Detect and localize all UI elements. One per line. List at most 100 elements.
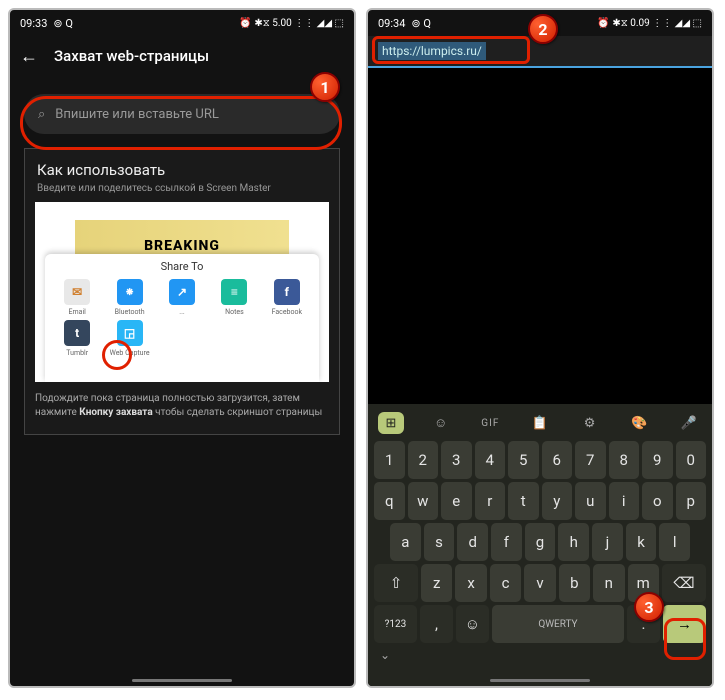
mic-icon[interactable]: 🎤 [676,412,702,434]
key-l[interactable]: l [659,523,690,561]
share-item-facebook[interactable]: f Facebook [261,279,313,316]
keyboard: ⊞ ☺ GIF 📋 ⚙ 🎨 🎤 1234567890 qwertyuiop as… [368,404,712,686]
status-time: 09:34 [378,17,405,30]
share-sheet: Share To ✉ Email ⁕ Bluetooth ↗... ≡ Notes f Face… [45,254,319,382]
share-label: Tumblr [66,349,88,357]
share-icon: t [64,320,90,346]
search-icon: ⌕ [38,107,45,122]
share-icon: ≡ [221,279,247,305]
clipboard-icon[interactable]: 📋 [527,412,553,434]
callout-1: 1 [310,72,340,102]
key-4[interactable]: 4 [475,441,506,479]
key-comma[interactable]: , [420,605,453,643]
share-icon: ✉ [64,279,90,305]
url-placeholder: Впишите или вставьте URL [55,107,219,122]
status-icons-left: ⊚ Q [411,17,431,30]
key-backspace[interactable]: ⌫ [662,564,706,602]
app-header: ← Захват web-страницы [10,36,354,76]
theme-icon[interactable]: 🎨 [626,412,652,434]
key-symbols[interactable]: ?123 [374,605,417,643]
callout-2: 2 [528,14,558,44]
key-h[interactable]: h [558,523,589,561]
share-item-notes[interactable]: ≡ Notes [208,279,260,316]
key-r[interactable]: r [475,482,506,520]
key-a[interactable]: a [390,523,421,561]
key-x[interactable]: x [455,564,486,602]
key-v[interactable]: v [524,564,555,602]
status-icons-right: ⏰ ✱⧖ 0.09 ⋮⋮ ◢◢ ⬚ [597,18,702,29]
key-2[interactable]: 2 [408,441,439,479]
key-f[interactable]: f [491,523,522,561]
key-shift[interactable]: ⇧ [374,564,418,602]
status-icons-left: ⊚ Q [53,17,73,30]
nav-handle [132,679,232,682]
share-label: Notes [225,308,244,316]
key-g[interactable]: g [525,523,556,561]
share-label: Web Capture [110,349,150,357]
key-8[interactable]: 8 [609,441,640,479]
key-o[interactable]: o [642,482,673,520]
key-emoji[interactable]: ☺ [456,605,489,643]
share-icon: ↗ [169,279,195,305]
nav-handle [490,679,590,682]
key-z[interactable]: z [421,564,452,602]
gif-icon[interactable]: GIF [477,412,503,434]
back-button[interactable]: ← [20,47,38,65]
key-e[interactable]: e [441,482,472,520]
key-u[interactable]: u [575,482,606,520]
share-title: Share To [45,254,319,279]
key-space[interactable]: QWERTY [492,605,624,643]
share-item-web-capture[interactable]: ◲ Web Capture [103,320,155,357]
key-d[interactable]: d [457,523,488,561]
share-label: Email [69,308,86,316]
share-label: Facebook [272,308,302,316]
callout-3: 3 [634,592,664,622]
key-s[interactable]: s [424,523,455,561]
key-n[interactable]: n [593,564,624,602]
key-6[interactable]: 6 [542,441,573,479]
page-title: Захват web-страницы [54,47,209,65]
howto-card: Как использовать Введите или поделитесь … [24,148,340,435]
key-9[interactable]: 9 [642,441,673,479]
settings-icon[interactable]: ⚙ [577,412,603,434]
key-c[interactable]: c [490,564,521,602]
howto-instruction: Подождите пока страница полностью загруз… [35,392,329,420]
phone-left: 09:33 ⊚ Q ⏰ ✱⧖ 5.00 ⋮⋮ ◢◢ ⬚ ← Захват web… [8,8,356,688]
share-label: Bluetooth [115,308,145,316]
key-7[interactable]: 7 [575,441,606,479]
key-k[interactable]: k [626,523,657,561]
key-w[interactable]: w [408,482,439,520]
key-3[interactable]: 3 [441,441,472,479]
key-0[interactable]: 0 [676,441,707,479]
keyboard-collapse[interactable]: ⌄ [372,646,708,664]
howto-subtitle: Введите или поделитесь ссылкой в Screen … [37,183,329,194]
key-5[interactable]: 5 [508,441,539,479]
url-input[interactable]: ⌕ Впишите или вставьте URL [24,94,340,134]
key-1[interactable]: 1 [374,441,405,479]
share-item-email[interactable]: ✉ Email [51,279,103,316]
share-icon: ⁕ [117,279,143,305]
keyboard-menu-button[interactable]: ⊞ [378,412,404,434]
key-q[interactable]: q [374,482,405,520]
share-item-tumblr[interactable]: t Tumblr [51,320,103,357]
howto-title: Как использовать [37,161,329,179]
status-bar: 09:33 ⊚ Q ⏰ ✱⧖ 5.00 ⋮⋮ ◢◢ ⬚ [10,10,354,36]
key-i[interactable]: i [609,482,640,520]
breaking-banner: BREAKING [75,220,289,254]
key-j[interactable]: j [592,523,623,561]
sticker-icon[interactable]: ☺ [428,412,454,434]
share-item-bluetooth[interactable]: ⁕ Bluetooth [103,279,155,316]
key-t[interactable]: t [508,482,539,520]
share-icon: ◲ [117,320,143,346]
key-go[interactable]: → [663,605,706,643]
key-y[interactable]: y [542,482,573,520]
share-item-...[interactable]: ↗... [156,279,208,316]
url-text[interactable]: https://lumpics.ru/ [378,42,486,60]
keyboard-toolbar: ⊞ ☺ GIF 📋 ⚙ 🎨 🎤 [372,408,708,438]
howto-illustration: BREAKING Share To ✉ Email ⁕ Bluetooth ↗... ≡ N… [35,202,329,382]
key-b[interactable]: b [559,564,590,602]
share-icon: f [274,279,300,305]
status-time: 09:33 [20,17,47,30]
phone-right: 09:34 ⊚ Q ⏰ ✱⧖ 0.09 ⋮⋮ ◢◢ ⬚ https://lump… [366,8,714,688]
key-p[interactable]: p [676,482,707,520]
